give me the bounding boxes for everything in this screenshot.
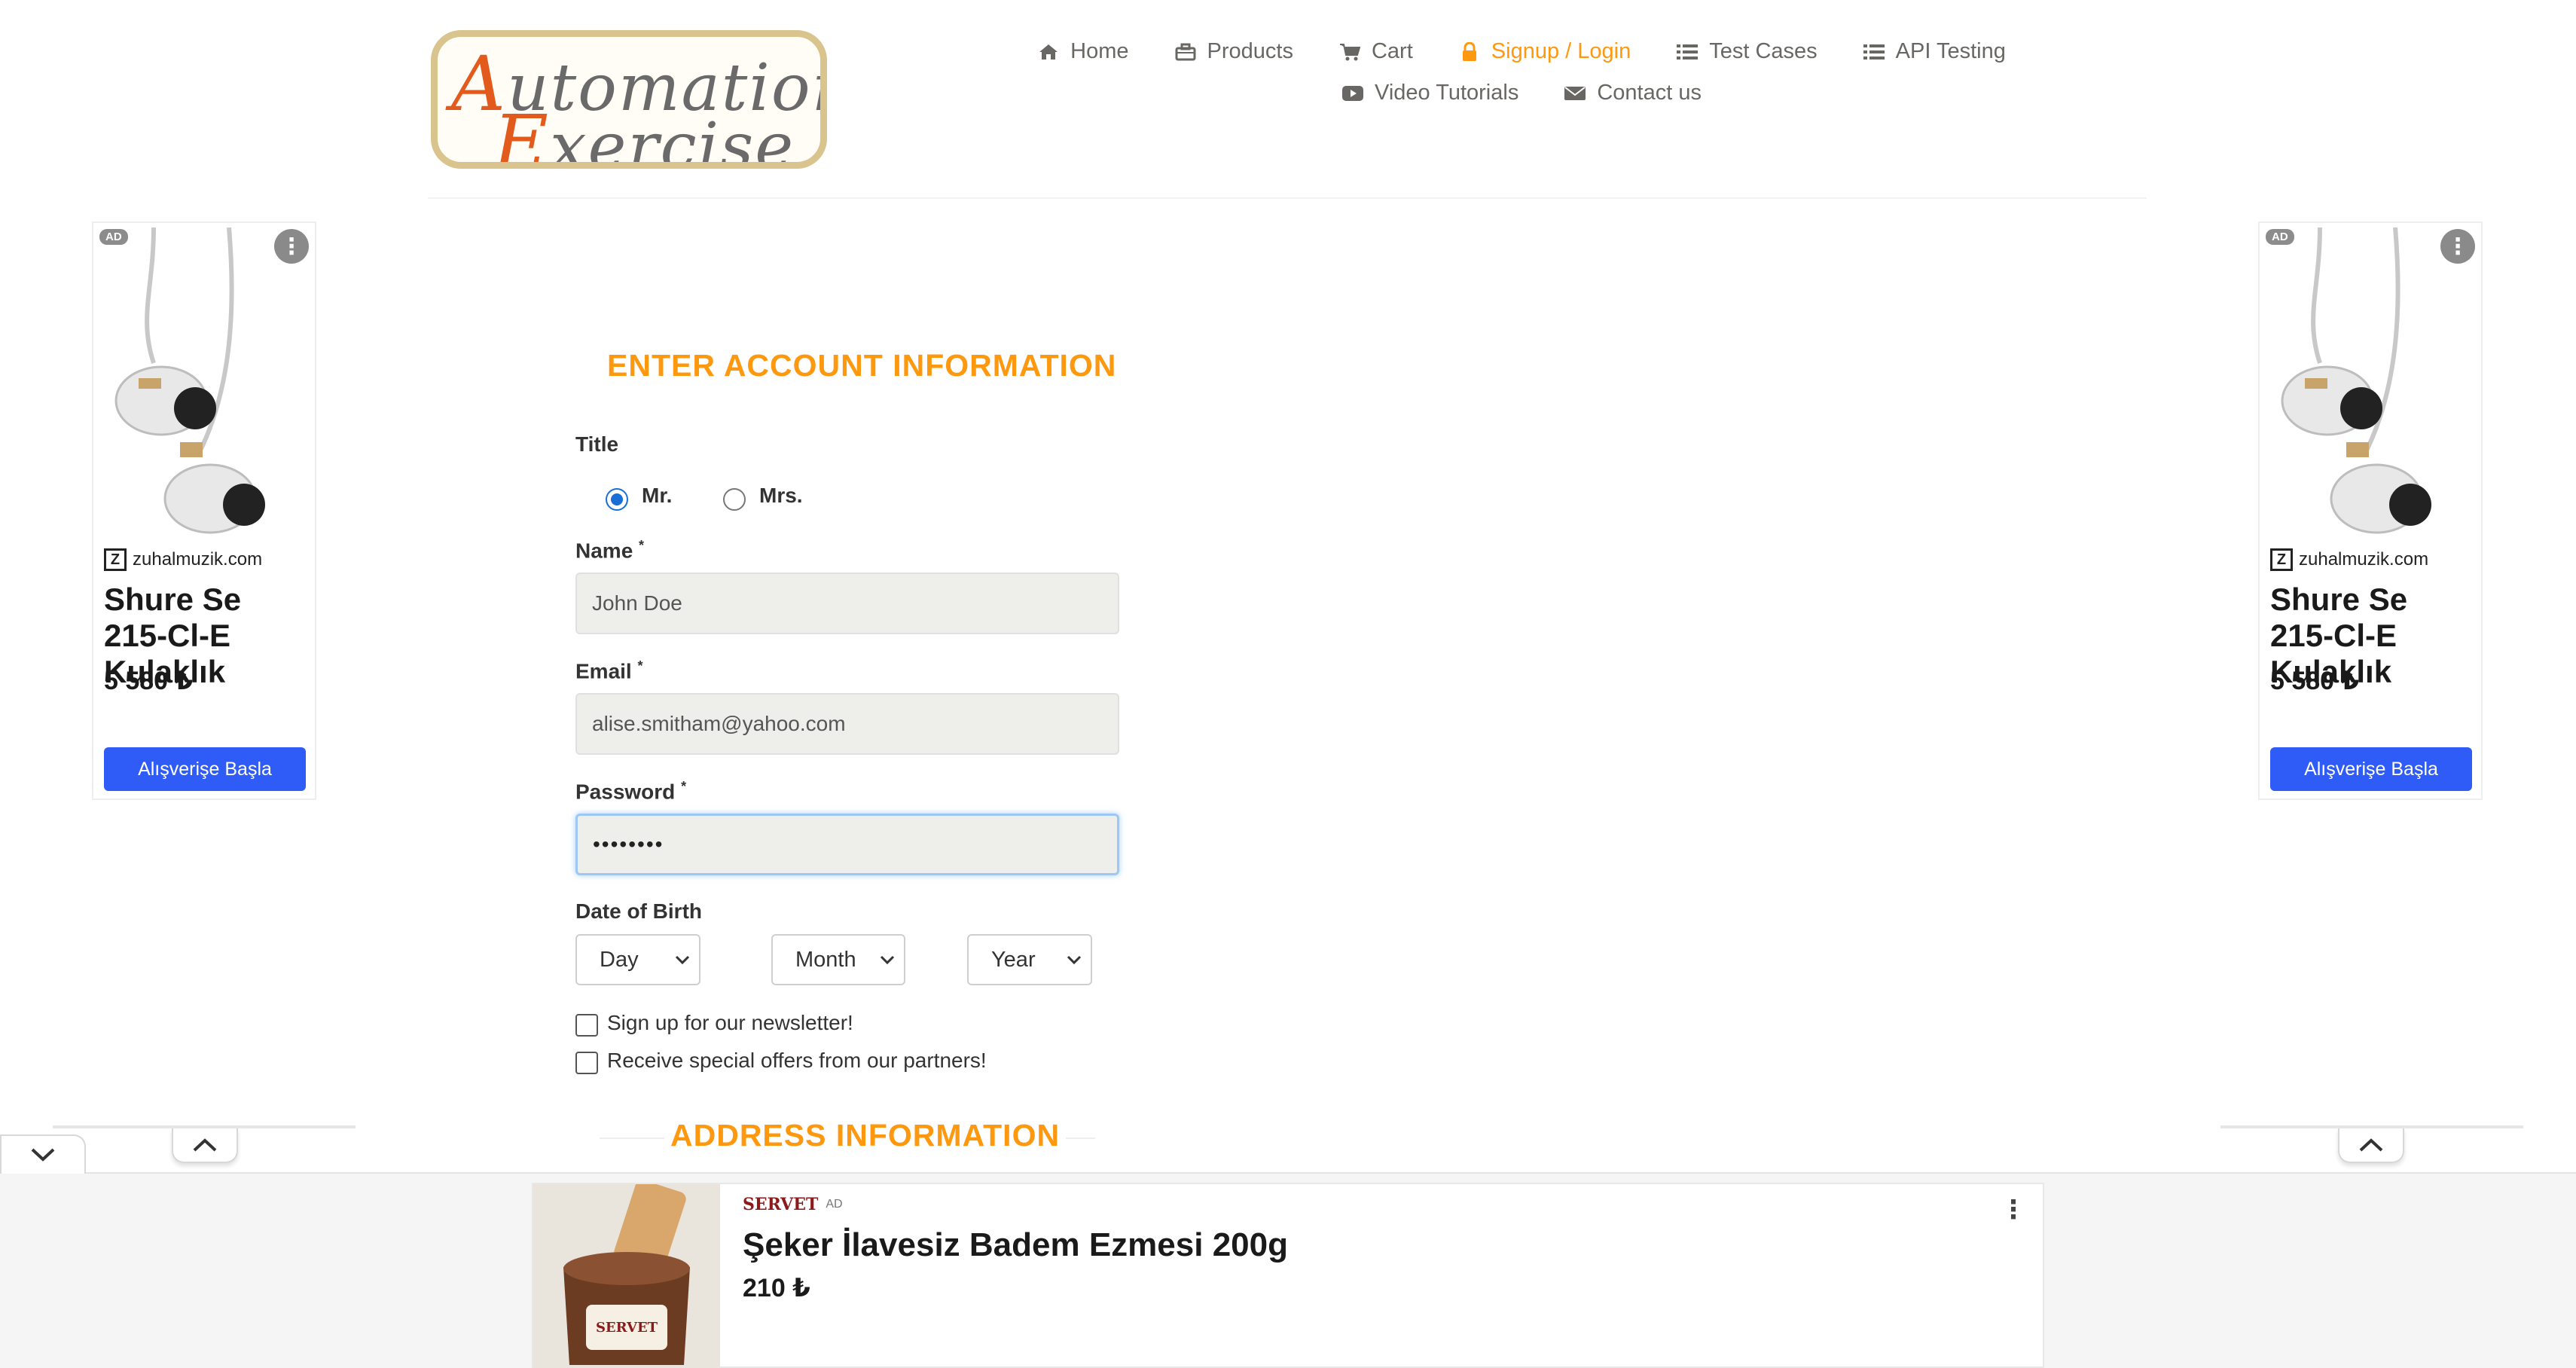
newsletter-checkbox[interactable] (575, 1014, 598, 1037)
nav-video-tutorials-label: Video Tutorials (1375, 81, 1519, 105)
chevron-down-icon (1067, 955, 1082, 965)
nav-cart[interactable]: Cart (1338, 39, 1413, 64)
nav-signup-login[interactable]: Signup / Login (1458, 39, 1631, 64)
year-select-value: Year (991, 947, 1036, 972)
nav-cart-label: Cart (1371, 39, 1413, 63)
account-info-heading: ENTER ACCOUNT INFORMATION (607, 348, 1117, 383)
name-label: Name * (575, 538, 645, 563)
day-select-value: Day (600, 947, 639, 972)
name-input[interactable] (575, 573, 1119, 634)
title-mr-radio[interactable] (606, 488, 628, 511)
bottom-ad-title[interactable]: Şeker İlavesiz Badem Ezmesi 200g (743, 1226, 1288, 1264)
newsletter-label[interactable]: Sign up for our newsletter! (607, 1011, 853, 1035)
ad-domain: Z zuhalmuzik.com (104, 548, 262, 571)
list-icon (1863, 41, 1885, 63)
home-icon (1037, 41, 1060, 63)
email-input[interactable] (575, 693, 1119, 755)
bottom-ad-collapse-button[interactable] (0, 1134, 86, 1174)
special-offers-label[interactable]: Receive special offers from our partners… (607, 1049, 987, 1073)
date-of-birth-label: Date of Birth (575, 899, 702, 923)
nav-row-2: Video Tutorials Contact us (1039, 81, 2004, 105)
nav-contact-us[interactable]: Contact us (1564, 81, 1702, 105)
title-label: Title (575, 432, 619, 456)
nav-api-testing-label: API Testing (1895, 39, 2006, 63)
chevron-up-icon (2359, 1138, 2383, 1152)
bottom-ad-brand: SERVET AD (743, 1195, 843, 1214)
ad-price: 5 580 ₺ (104, 667, 194, 695)
main-navigation: Home Products Cart Signup / Login Test C… (1037, 39, 2006, 105)
password-input[interactable] (575, 814, 1119, 875)
right-side-ad[interactable]: AD ⋮ Z zuhalmuzik.com Shure Se 215-Cl-E … (2258, 221, 2483, 800)
ad-price: 5 580 ₺ (2270, 667, 2360, 695)
right-ad-collapse-button[interactable] (2338, 1128, 2404, 1163)
bottom-ad-options-icon[interactable]: ⋮ (2001, 1195, 2026, 1225)
ad-options-icon[interactable]: ⋮ (274, 229, 309, 264)
nav-products[interactable]: Products (1174, 39, 1293, 64)
ad-shop-button[interactable]: Alışverişe Başla (104, 747, 306, 791)
chevron-down-icon (675, 955, 690, 965)
nav-test-cases-label: Test Cases (1709, 39, 1818, 63)
title-mr-label[interactable]: Mr. (642, 484, 672, 508)
header-divider (428, 197, 2147, 199)
zuhalmuzik-logo-icon: Z (104, 548, 127, 571)
products-icon (1174, 41, 1197, 63)
nav-home-label: Home (1070, 39, 1129, 63)
ad-domain-text: zuhalmuzik.com (133, 549, 263, 569)
servet-logo-text: SERVET (743, 1195, 819, 1214)
nav-home[interactable]: Home (1037, 39, 1129, 64)
chevron-up-icon (193, 1138, 217, 1152)
envelope-icon (1564, 82, 1586, 105)
bottom-ad-price: 210 ₺ (743, 1274, 810, 1302)
ad-domain-text: zuhalmuzik.com (2299, 549, 2429, 569)
earphones-product-image (114, 227, 265, 534)
site-logo[interactable]: Automation Exercise (431, 30, 827, 169)
bottom-ad[interactable]: SERVET SERVET AD Şeker İlavesiz Badem Ez… (532, 1183, 2044, 1368)
nav-video-tutorials[interactable]: Video Tutorials (1341, 81, 1518, 105)
nav-row-1: Home Products Cart Signup / Login Test C… (1037, 39, 2006, 64)
nav-contact-us-label: Contact us (1597, 81, 1702, 105)
nav-signup-login-label: Signup / Login (1491, 39, 1631, 63)
ad-domain: Z zuhalmuzik.com (2270, 548, 2428, 571)
zuhalmuzik-logo-icon: Z (2270, 548, 2293, 571)
nav-products-label: Products (1207, 39, 1293, 63)
cart-icon (1338, 41, 1361, 63)
ad-badge: AD (99, 229, 128, 245)
earphones-product-image (2281, 227, 2431, 534)
jar-label-text: SERVET (596, 1320, 658, 1336)
day-select[interactable]: Day (575, 934, 700, 985)
ad-badge: AD (2266, 229, 2294, 245)
bottom-ad-badge: AD (826, 1198, 843, 1211)
left-side-ad[interactable]: AD ⋮ Z zuhalmuzik.com Shure Se 215-Cl-E … (92, 221, 316, 800)
logo-text-line-2: Exercise (493, 99, 795, 169)
address-info-heading: ADDRESS INFORMATION (664, 1118, 1067, 1153)
month-select[interactable]: Month (771, 934, 905, 985)
nav-test-cases[interactable]: Test Cases (1676, 39, 1818, 64)
title-mrs-label[interactable]: Mrs. (759, 484, 803, 508)
month-select-value: Month (795, 947, 856, 972)
email-label: Email * (575, 658, 643, 683)
chevron-down-icon (31, 1148, 55, 1162)
title-mrs-radio[interactable] (723, 488, 746, 511)
password-label: Password * (575, 779, 687, 804)
lock-icon (1458, 41, 1481, 63)
year-select[interactable]: Year (967, 934, 1092, 985)
special-offers-checkbox[interactable] (575, 1052, 598, 1074)
ad-options-icon[interactable]: ⋮ (2440, 229, 2475, 264)
list-icon (1676, 41, 1699, 63)
almond-paste-jar-image: SERVET (533, 1184, 720, 1368)
left-ad-collapse-button[interactable] (172, 1128, 238, 1163)
chevron-down-icon (880, 955, 895, 965)
youtube-icon (1341, 82, 1364, 105)
nav-api-testing[interactable]: API Testing (1863, 39, 2006, 64)
ad-shop-button[interactable]: Alışverişe Başla (2270, 747, 2472, 791)
